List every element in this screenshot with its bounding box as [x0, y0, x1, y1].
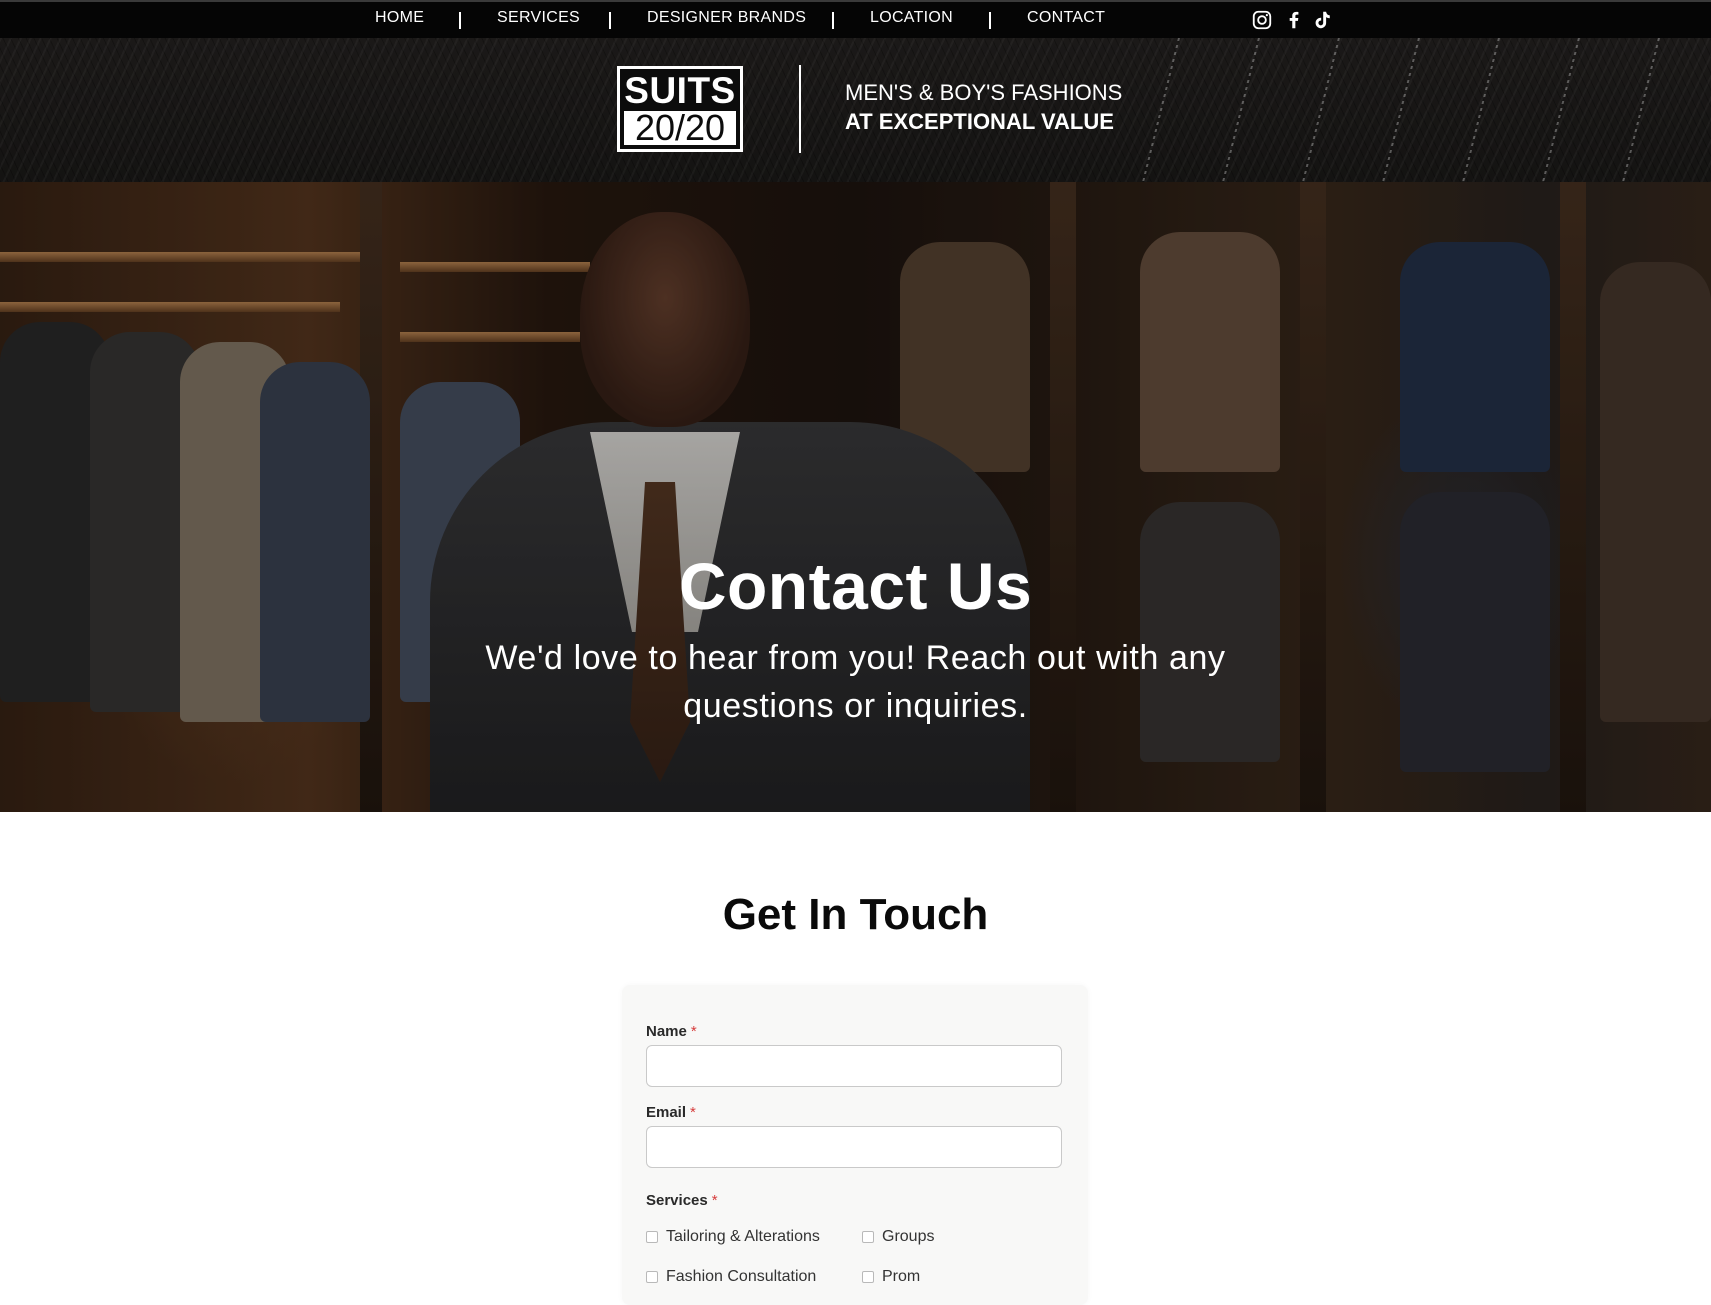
pinstripe-decoration — [1222, 38, 1260, 182]
checkbox[interactable] — [646, 1271, 658, 1283]
required-marker: * — [711, 1192, 718, 1209]
logo-number: 20/20 — [624, 110, 736, 146]
service-option-prom[interactable]: Prom — [862, 1267, 920, 1287]
nav-home-link[interactable]: HOME — [375, 9, 424, 27]
service-option-fashion-consultation[interactable]: Fashion Consultation — [646, 1267, 816, 1287]
nav-contact-link[interactable]: CONTACT — [1027, 9, 1105, 27]
checkbox-label: Groups — [882, 1228, 935, 1245]
instagram-icon[interactable] — [1251, 9, 1273, 31]
nav-separator — [609, 12, 611, 29]
pinstripe-decoration — [1542, 38, 1580, 182]
brand-tagline-line2: AT EXCEPTIONAL VALUE — [845, 109, 1114, 134]
service-option-groups[interactable]: Groups — [862, 1227, 934, 1247]
contact-form: Name * Email * Services * Tailoring & Alter… — [622, 985, 1088, 1305]
name-label: Name * — [646, 1023, 697, 1040]
logo-word: SUITS — [624, 70, 736, 111]
email-label-text: Email — [646, 1104, 687, 1121]
service-option-tailoring[interactable]: Tailoring & Alterations — [646, 1227, 820, 1247]
name-input[interactable] — [646, 1045, 1062, 1087]
top-navigation-bar: HOME SERVICES DESIGNER BRANDS LOCATION C… — [0, 0, 1711, 38]
nav-designer-brands-link[interactable]: DESIGNER BRANDS — [647, 9, 806, 27]
name-label-text: Name — [646, 1023, 687, 1040]
nav-services-link[interactable]: SERVICES — [497, 9, 580, 27]
checkbox[interactable] — [862, 1271, 874, 1283]
checkbox[interactable] — [862, 1231, 874, 1243]
nav-location-link[interactable]: LOCATION — [870, 9, 953, 27]
nav-separator — [989, 12, 991, 29]
brand-divider — [799, 65, 801, 153]
tiktok-icon[interactable] — [1311, 9, 1333, 31]
services-label: Services * — [646, 1192, 718, 1209]
nav-separator — [459, 12, 461, 29]
email-label: Email * — [646, 1104, 696, 1121]
email-input[interactable] — [646, 1126, 1062, 1168]
suits-2020-logo[interactable]: SUITS 20/20 — [617, 66, 743, 152]
hero-banner: Contact Us We'd love to hear from you! R… — [0, 182, 1711, 812]
facebook-icon[interactable] — [1283, 9, 1305, 31]
pinstripe-decoration — [1462, 38, 1500, 182]
hero-subtitle: We'd love to hear from you! Reach out wi… — [485, 639, 1226, 725]
brand-tagline-line1: MEN'S & BOY'S FASHIONS — [845, 80, 1123, 105]
required-marker: * — [690, 1023, 697, 1040]
checkbox[interactable] — [646, 1231, 658, 1243]
pinstripe-decoration — [1622, 38, 1660, 182]
nav-separator — [832, 12, 834, 29]
services-label-text: Services — [646, 1192, 708, 1209]
checkbox-label: Tailoring & Alterations — [666, 1228, 820, 1245]
pinstripe-decoration — [1382, 38, 1420, 182]
get-in-touch-heading: Get In Touch — [722, 890, 989, 939]
hero-title: Contact Us — [678, 549, 1033, 623]
checkbox-label: Prom — [882, 1268, 921, 1285]
pinstripe-decoration — [1142, 38, 1180, 182]
checkbox-label: Fashion Consultation — [666, 1268, 817, 1285]
pinstripe-decoration — [1302, 38, 1340, 182]
required-marker: * — [690, 1104, 696, 1121]
